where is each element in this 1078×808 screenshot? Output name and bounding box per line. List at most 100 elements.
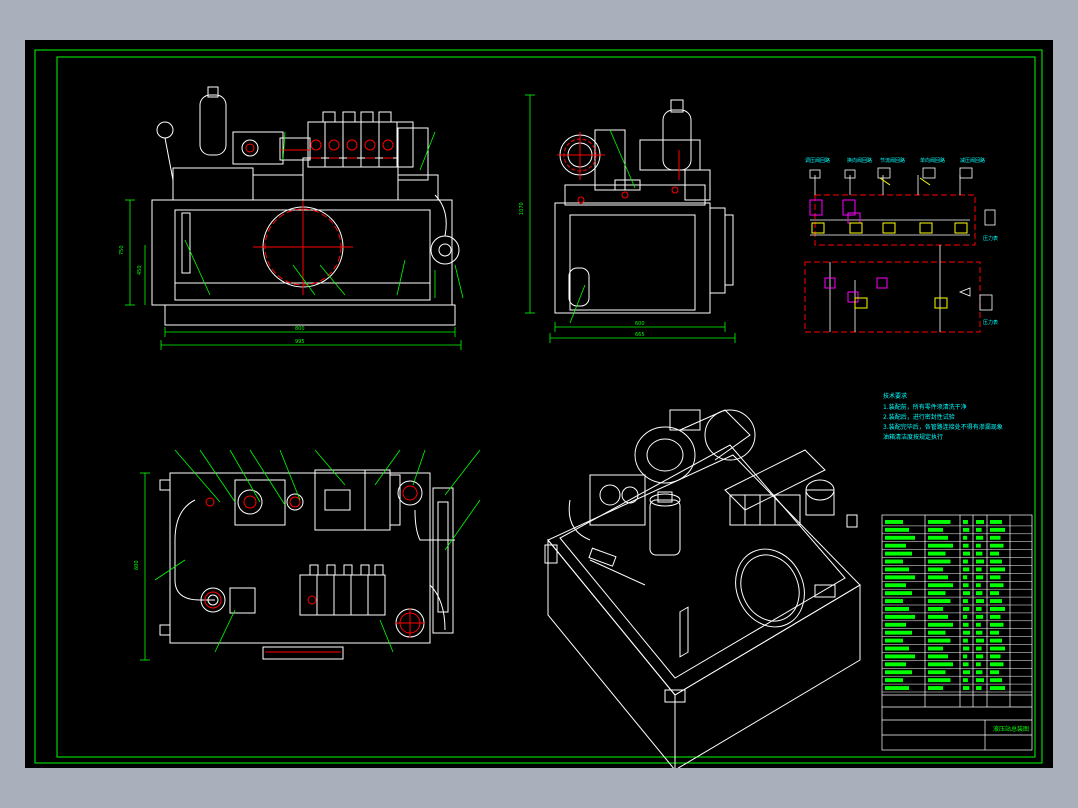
notes-line-1: 1.装配前，所有零件须清洗干净 (883, 403, 967, 411)
notes-line-4: 油箱清洁度按规定执行 (883, 433, 943, 441)
parts-row-cell (976, 575, 984, 580)
cad-viewport[interactable]: 800 995 750 450 600 665 1070 调压阀回路 换向阀回路… (25, 40, 1053, 768)
parts-row-cell (963, 551, 970, 556)
parts-row-cell (976, 527, 982, 532)
parts-row-cell (976, 591, 983, 596)
parts-row-cell (885, 583, 906, 588)
parts-row-cell (885, 614, 915, 619)
parts-row-cell (963, 599, 968, 603)
parts-row-cell (885, 630, 912, 635)
parts-row-cell (990, 543, 1004, 548)
parts-row-cell (990, 630, 999, 635)
parts-row-cell (885, 678, 903, 683)
front-valve-markers (245, 139, 394, 159)
parts-row-cell (976, 599, 984, 603)
parts-row-cell (990, 607, 1005, 611)
parts-row-cell (990, 551, 999, 556)
schematic-label-3: 节流阀回路 (880, 157, 905, 164)
front-dimensions (125, 131, 464, 350)
parts-row-cell (990, 527, 1005, 532)
parts-row-cell (963, 638, 968, 643)
schematic-pressure-label-1: 压力表 (983, 235, 998, 242)
parts-row-cell (885, 559, 903, 564)
parts-row-cell (976, 686, 982, 690)
parts-row-cell (963, 670, 970, 675)
parts-row-cell (963, 630, 970, 635)
parts-row-cell (976, 520, 984, 524)
parts-row-cell (885, 599, 903, 603)
parts-row-cell (963, 614, 968, 619)
parts-row-cell (976, 670, 983, 675)
side-centerlines (557, 132, 680, 204)
parts-row-cell (990, 662, 1004, 667)
dim-front-height: 750 (119, 245, 125, 255)
parts-row-cell (976, 551, 983, 556)
schematic-pressure-label-2: 压力表 (983, 319, 998, 326)
parts-row-cell (885, 591, 912, 596)
parts-row-cell (976, 646, 982, 651)
drawing-title: 液压站总装图 (993, 725, 1029, 733)
parts-row-cell (963, 559, 968, 564)
parts-row-cell (928, 654, 948, 659)
dim-side-width: 600 (635, 321, 645, 327)
parts-row-cell (990, 654, 1001, 659)
parts-row-cell (885, 543, 906, 548)
parts-row-cell (928, 614, 948, 619)
parts-row-cell (928, 678, 951, 683)
parts-row-cell (885, 520, 903, 524)
parts-row-cell (928, 527, 943, 532)
plan-view[interactable] (159, 469, 455, 660)
parts-row-cell (885, 567, 909, 572)
notes-line-2: 2.装配后，进行密封性试验 (883, 413, 955, 421)
dim-front-height-inner: 450 (137, 265, 143, 275)
parts-row-cell (885, 527, 909, 532)
schematic-label-5: 减压阀回路 (960, 157, 985, 164)
parts-row-cell (963, 654, 968, 659)
parts-row-cell (928, 559, 951, 564)
plan-dimension-text: 600 (134, 560, 140, 570)
parts-row-cell (963, 622, 969, 627)
side-elevation-view[interactable] (554, 99, 734, 314)
schematic-label-1: 调压阀回路 (805, 157, 830, 164)
accumulator-icon (199, 94, 227, 156)
parts-row-cell (990, 599, 1002, 603)
parts-row-cell (990, 520, 1002, 524)
pressure-gauge-icon (156, 121, 174, 139)
parts-row-cell (963, 567, 970, 572)
parts-row-cell (928, 638, 951, 643)
parts-row-cell (885, 686, 909, 690)
isometric-view[interactable] (544, 409, 861, 768)
parts-row-cell (990, 622, 1004, 627)
parts-row-cell (990, 678, 1002, 683)
parts-row-cell (990, 535, 1001, 540)
title-block-text: 液压站总装图 (993, 725, 1029, 733)
parts-row-cell (928, 583, 953, 588)
parts-row-cell (928, 520, 951, 524)
parts-row-cell (928, 543, 953, 548)
parts-row-cell (885, 670, 912, 675)
parts-row-cell (963, 583, 969, 588)
dim-front-width: 800 (295, 326, 305, 332)
parts-row-cell (928, 599, 951, 603)
front-dimension-text: 800 995 750 450 (119, 245, 305, 345)
parts-row-cell (928, 662, 953, 667)
parts-row-cell (976, 678, 984, 683)
parts-row-cell (928, 575, 948, 580)
parts-row-cell (928, 567, 943, 572)
parts-row-cell (885, 535, 915, 540)
parts-row-cell (990, 567, 1005, 572)
parts-row-cell (963, 591, 970, 596)
parts-row-cell (990, 670, 999, 675)
parts-row-cell (963, 607, 970, 611)
parts-row-cell (885, 607, 909, 611)
front-elevation-view[interactable] (151, 86, 460, 326)
parts-row-cell (976, 583, 981, 588)
parts-row-cell (885, 654, 915, 659)
parts-row-cell (976, 654, 984, 659)
parts-row-cell (976, 622, 981, 627)
parts-row-cell (976, 567, 982, 572)
parts-row-cell (928, 670, 946, 675)
parts-row-cell (976, 638, 984, 643)
hydraulic-schematic[interactable]: 调压阀回路 换向阀回路 节流阀回路 单向阀回路 减压阀回路 压力表 压力表 (804, 157, 998, 333)
side-dimension-text: 600 665 1070 (519, 202, 645, 338)
